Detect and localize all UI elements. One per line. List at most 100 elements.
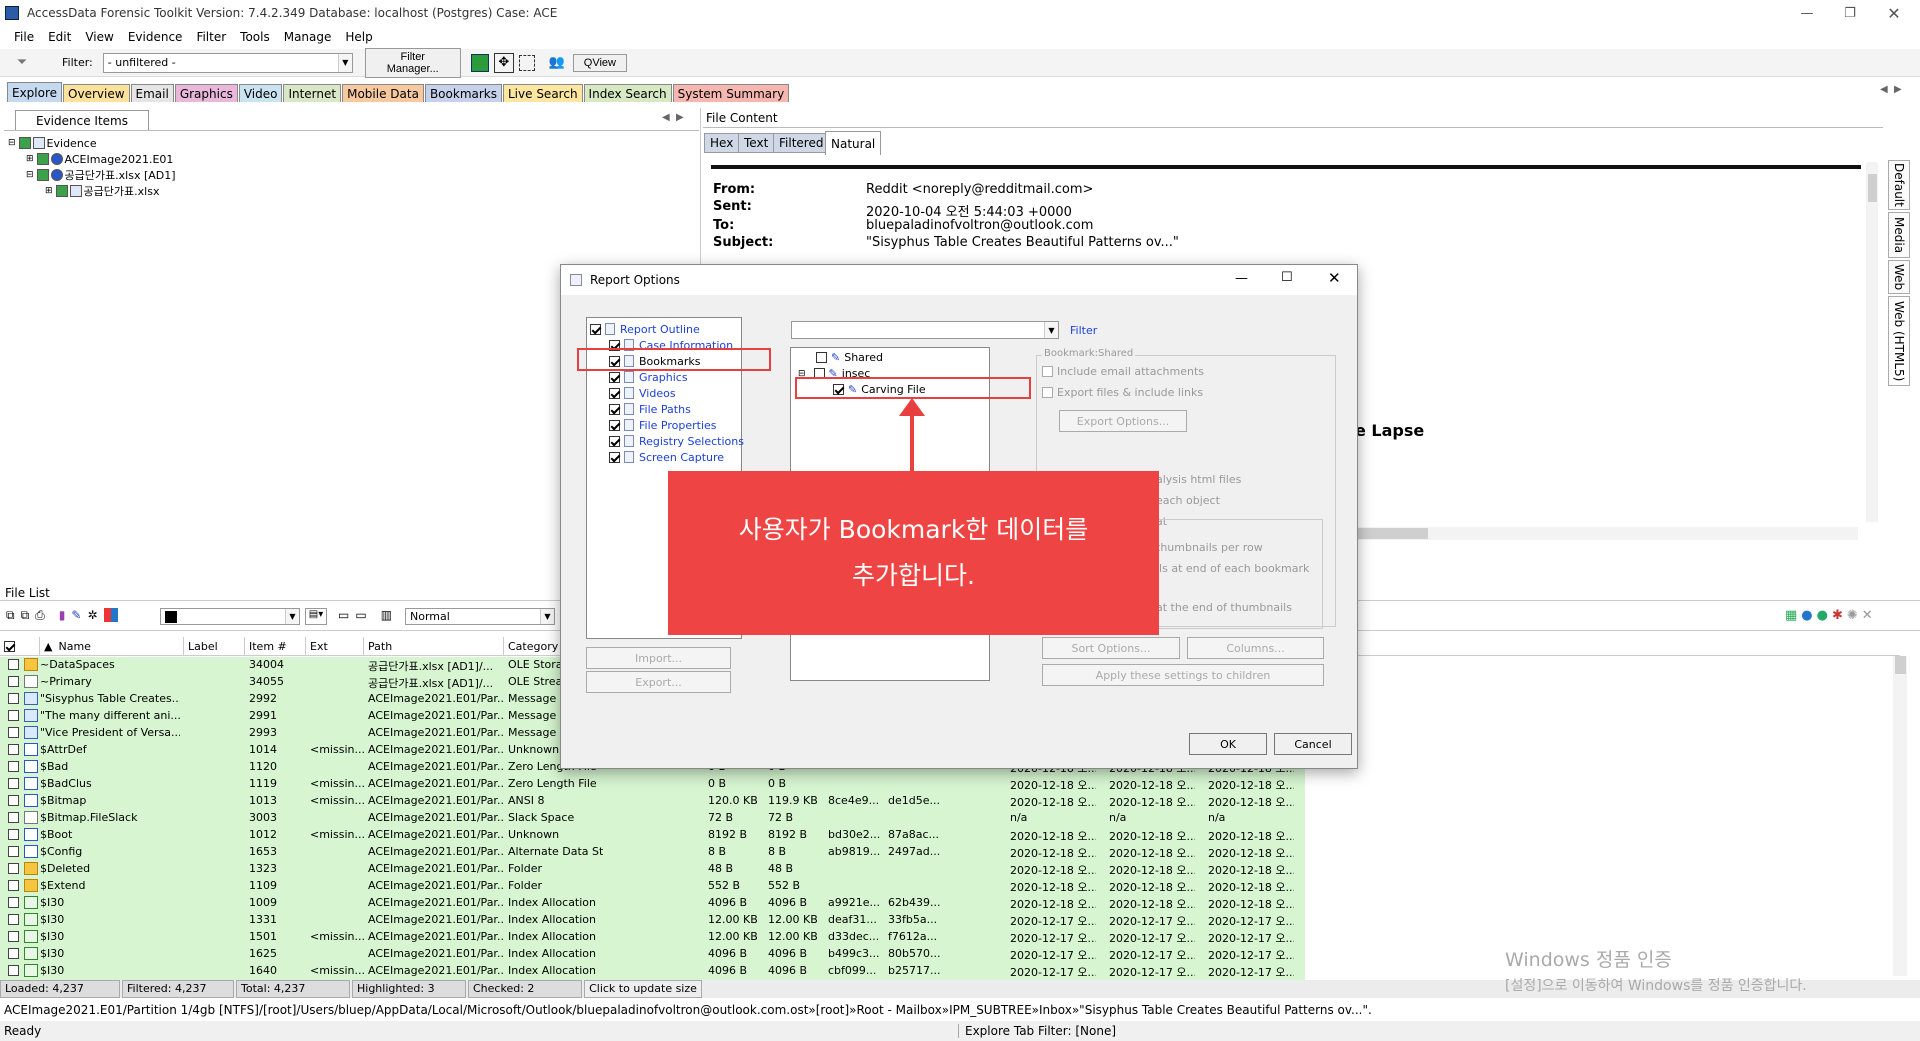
outline-report-outline[interactable]: Report Outline bbox=[590, 321, 700, 337]
panel-scroll-arrows[interactable]: ◀ ▶ bbox=[662, 112, 684, 123]
select-region-icon[interactable] bbox=[518, 54, 535, 71]
checkbox[interactable] bbox=[609, 435, 620, 447]
restore-icon[interactable]: ❐ bbox=[1828, 0, 1872, 26]
filter-icon[interactable]: ✲ bbox=[87, 608, 97, 623]
tree-node-ad1[interactable]: ⊟ 공급단가표.xlsx [AD1] bbox=[26, 167, 176, 183]
row-checkbox[interactable] bbox=[8, 676, 19, 687]
horizontal-scrollbar[interactable] bbox=[1358, 527, 1858, 540]
globe-icon[interactable]: ● bbox=[1801, 608, 1812, 623]
people-icon[interactable]: 👥 bbox=[547, 53, 567, 73]
tab-hex[interactable]: Hex bbox=[704, 133, 740, 153]
select-all-checkbox[interactable] bbox=[4, 640, 15, 652]
checkbox[interactable] bbox=[1042, 366, 1053, 377]
menu-manage[interactable]: Manage bbox=[284, 30, 332, 44]
row-checkbox[interactable] bbox=[8, 931, 19, 942]
row-checkbox[interactable] bbox=[8, 914, 19, 925]
move-icon[interactable]: ✥ bbox=[493, 52, 514, 73]
tab-explore[interactable]: Explore bbox=[7, 82, 63, 102]
tab-system-summary[interactable]: System Summary bbox=[672, 84, 790, 102]
close-icon[interactable]: ✕ bbox=[1328, 269, 1341, 287]
opt-export-files[interactable]: Export files & include links bbox=[1042, 386, 1203, 399]
color-icon[interactable] bbox=[103, 608, 118, 622]
checkbox[interactable] bbox=[590, 323, 601, 335]
import-button[interactable]: Import... bbox=[586, 647, 731, 669]
grid-icon[interactable]: ▦ bbox=[1785, 608, 1797, 623]
row-checkbox[interactable] bbox=[8, 812, 19, 823]
col-category[interactable]: Category bbox=[504, 637, 560, 655]
panel-icon[interactable]: ▥ bbox=[381, 608, 392, 622]
globe2-icon[interactable]: ● bbox=[1817, 608, 1828, 623]
tree-node-evidence[interactable]: ⊟ Evidence bbox=[8, 135, 97, 151]
row-checkbox[interactable] bbox=[8, 829, 19, 840]
export-button[interactable]: Export... bbox=[586, 671, 731, 693]
side-tab-web[interactable]: Web bbox=[1888, 260, 1910, 294]
qview-button[interactable]: QView bbox=[572, 53, 627, 72]
tab-overview[interactable]: Overview bbox=[63, 84, 130, 102]
tab-scroll-arrows[interactable]: ◀ ▶ bbox=[1880, 84, 1902, 95]
col-item[interactable]: Item # bbox=[245, 637, 306, 655]
tab-graphics[interactable]: Graphics bbox=[174, 84, 238, 102]
scrollbar-thumb[interactable] bbox=[1868, 174, 1877, 202]
menu-evidence[interactable]: Evidence bbox=[128, 30, 183, 44]
expand-icon[interactable]: ⧉ bbox=[6, 608, 15, 623]
table-row[interactable]: $Extend 1109 ACEImage2021.E01/Par... Folder… bbox=[0, 878, 1305, 895]
col-check[interactable] bbox=[0, 637, 40, 655]
tree-node-image[interactable]: ⊞ ACEImage2021.E01 bbox=[26, 151, 173, 167]
table-row[interactable]: $Deleted 1323 ACEImage2021.E01/Par... Folde… bbox=[0, 861, 1305, 878]
menu-edit[interactable]: Edit bbox=[48, 30, 71, 44]
row-checkbox[interactable] bbox=[8, 778, 19, 789]
row-checkbox[interactable] bbox=[8, 897, 19, 908]
side-tab-web-html5[interactable]: Web (HTML5) bbox=[1888, 296, 1910, 386]
pen-icon[interactable]: ✎ bbox=[71, 608, 81, 623]
tools-icon[interactable]: ✱ bbox=[1832, 608, 1843, 623]
checkbox[interactable] bbox=[1042, 387, 1053, 398]
view-dropdown[interactable]: Normal ▼ bbox=[405, 608, 555, 625]
minimize-icon[interactable]: — bbox=[1235, 271, 1248, 286]
row-checkbox[interactable] bbox=[8, 659, 19, 670]
tab-bookmarks[interactable]: Bookmarks bbox=[424, 84, 502, 102]
row-checkbox[interactable] bbox=[8, 948, 19, 959]
tab-evidence-items[interactable]: Evidence Items bbox=[15, 110, 149, 130]
label-icon[interactable]: ▮ bbox=[59, 608, 66, 623]
opt-include-email[interactable]: Include email attachments bbox=[1042, 365, 1204, 378]
table-row[interactable]: $I30 1625 ACEImage2021.E01/Par... Index All… bbox=[0, 946, 1305, 963]
checkbox[interactable] bbox=[816, 352, 827, 363]
tab-mobile-data[interactable]: Mobile Data bbox=[342, 84, 424, 102]
col-name[interactable]: ▲ Name bbox=[40, 637, 184, 655]
print-icon[interactable]: ⎙ bbox=[35, 608, 45, 623]
table-row[interactable]: $I30 1331 ACEImage2021.E01/Par... Index All… bbox=[0, 912, 1305, 929]
update-size-button[interactable]: Click to update size bbox=[584, 980, 702, 998]
close-icon[interactable]: ✕ bbox=[1872, 0, 1916, 26]
filter-dropdown[interactable]: - unfiltered - ▼ bbox=[102, 52, 353, 73]
table-row[interactable]: $I30 1501 <missin... ACEImage2021.E01/Par..… bbox=[0, 929, 1305, 946]
table-row[interactable]: $Config 1653 ACEImage2021.E01/Par... Altern… bbox=[0, 844, 1305, 861]
tab-video[interactable]: Video bbox=[238, 84, 283, 102]
content-scrollbar[interactable] bbox=[1866, 162, 1878, 522]
menu-file[interactable]: File bbox=[14, 30, 34, 44]
checkbox[interactable] bbox=[609, 387, 620, 399]
sort-options-button[interactable]: Sort Options... bbox=[1042, 637, 1180, 659]
close-icon[interactable]: ✕ bbox=[1862, 608, 1873, 623]
table-row[interactable]: $Bitmap.FileSlack 3003 ACEImage2021.E01/Pa… bbox=[0, 810, 1305, 827]
tab-email[interactable]: Email bbox=[130, 84, 174, 102]
tab-index-search[interactable]: Index Search bbox=[583, 84, 672, 102]
col-ext[interactable]: Ext bbox=[306, 637, 364, 655]
tab-filtered[interactable]: Filtered bbox=[773, 133, 830, 153]
row-checkbox[interactable] bbox=[8, 710, 19, 721]
checkbox[interactable] bbox=[609, 451, 620, 463]
outline-file-properties[interactable]: File Properties bbox=[609, 417, 717, 433]
outline-screen-capture[interactable]: Screen Capture bbox=[609, 449, 724, 465]
cancel-button[interactable]: Cancel bbox=[1274, 733, 1352, 755]
row-checkbox[interactable] bbox=[8, 744, 19, 755]
tab-live-search[interactable]: Live Search bbox=[503, 84, 583, 102]
menu-view[interactable]: View bbox=[85, 30, 113, 44]
ok-button[interactable]: OK bbox=[1189, 733, 1267, 755]
row-checkbox[interactable] bbox=[8, 880, 19, 891]
row-checkbox[interactable] bbox=[8, 761, 19, 772]
page2-icon[interactable]: ▭ bbox=[355, 608, 366, 622]
tree-node-xlsx[interactable]: ⊞ 공급단가표.xlsx bbox=[45, 183, 159, 199]
menu-tools[interactable]: Tools bbox=[240, 30, 270, 44]
table-row[interactable]: $Bitmap 1013 <missin... ACEImage2021.E01/Pa… bbox=[0, 793, 1305, 810]
menu-filter[interactable]: Filter bbox=[196, 30, 226, 44]
minimize-icon[interactable]: — bbox=[1785, 0, 1829, 26]
